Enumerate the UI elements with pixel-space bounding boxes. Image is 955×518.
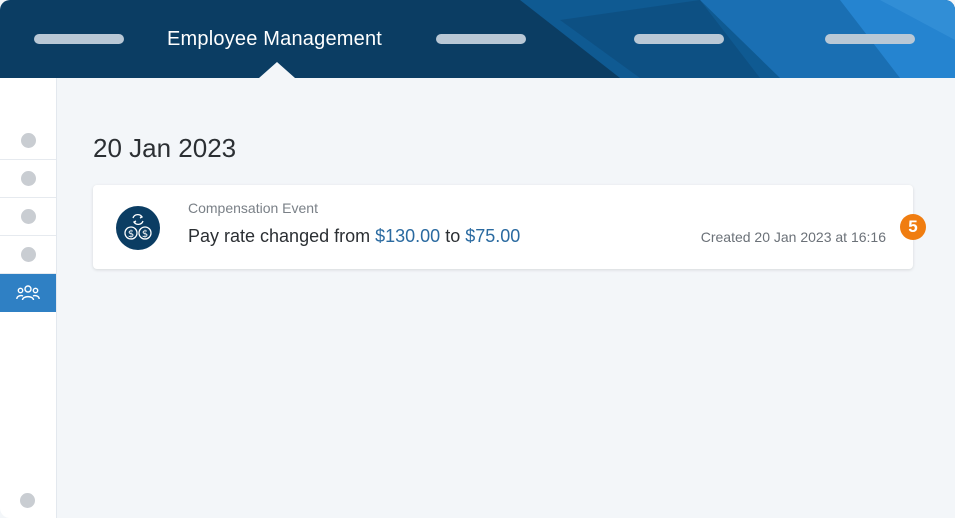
to-amount: $75.00	[465, 226, 521, 246]
event-description: Pay rate changed from $130.00 to $75.00	[188, 226, 520, 247]
currency-exchange-icon: $ $	[116, 206, 160, 250]
created-timestamp: Created 20 Jan 2023 at 16:16	[700, 229, 886, 245]
active-nav-caret	[259, 62, 295, 78]
app-frame: Employee Management 20 Jan 2023 $ $ Comp…	[0, 0, 955, 518]
sidebar-item-people[interactable]	[0, 274, 56, 312]
placeholder-dot-icon	[20, 209, 36, 224]
nav-title-employee-management[interactable]: Employee Management	[167, 28, 382, 51]
svg-text:$: $	[128, 229, 134, 240]
placeholder-dot-icon	[20, 133, 36, 148]
event-desc-prefix: Pay rate changed from	[188, 226, 376, 246]
event-type-label: Compensation Event	[188, 200, 318, 216]
sidebar-item-4[interactable]	[0, 236, 56, 274]
event-card[interactable]: $ $ Compensation Event Pay rate changed …	[93, 185, 913, 269]
date-heading: 20 Jan 2023	[93, 133, 237, 163]
from-amount: $130.00	[375, 226, 441, 246]
nav-placeholder-1[interactable]	[34, 34, 124, 44]
nav-placeholder-2[interactable]	[436, 34, 526, 44]
event-desc-middle: to	[440, 226, 466, 246]
nav-placeholder-4[interactable]	[825, 34, 915, 44]
sidebar-bottom-dot-icon[interactable]	[20, 493, 35, 508]
step-badge: 5	[900, 214, 926, 240]
placeholder-dot-icon	[20, 247, 36, 262]
people-icon	[16, 285, 40, 301]
top-header: Employee Management	[0, 0, 955, 78]
sidebar-item-3[interactable]	[0, 198, 56, 236]
sidebar-item-1[interactable]	[0, 122, 56, 160]
placeholder-dot-icon	[20, 171, 36, 186]
nav-placeholder-3[interactable]	[634, 34, 724, 44]
sidebar	[0, 78, 57, 518]
svg-text:$: $	[142, 229, 148, 240]
sidebar-item-2[interactable]	[0, 160, 56, 198]
